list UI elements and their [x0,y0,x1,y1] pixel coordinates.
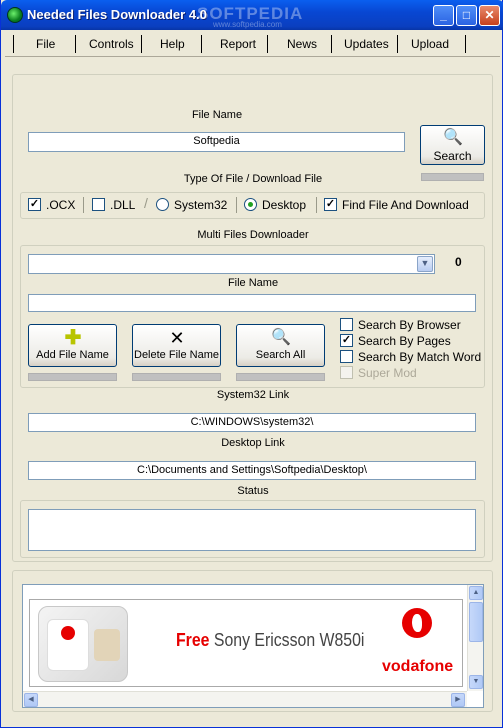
search-by-browser-label: Search By Browser [358,318,461,332]
desktop-radio-label: Desktop [262,198,307,212]
maximize-button[interactable]: □ [456,5,477,26]
search-all-button[interactable]: 🔍 Search All [236,324,325,367]
x-icon: ✕ [169,328,185,348]
vodafone-quote [412,614,422,632]
type-of-file-label: Type Of File / Download File [183,173,323,185]
ocx-label: .OCX [46,198,76,212]
menu-separator [201,35,202,53]
menu-separator [465,35,466,53]
desktop-link-field[interactable]: C:\Documents and Settings\Softpedia\Desk… [28,461,476,480]
menu-controls[interactable]: Controls [89,37,134,51]
vertical-scroll-thumb[interactable] [469,602,483,642]
scroll-down-arrow-icon[interactable]: ▼ [469,675,483,689]
menu-separator [141,35,142,53]
add-file-name-label: Add File Name [36,349,109,361]
menu-file[interactable]: File [36,37,55,51]
horizontal-scrollbar[interactable]: ◀ ▶ [23,691,467,707]
phone-image [38,606,128,682]
scroll-up-arrow-icon[interactable]: ▲ [469,586,483,600]
minimize-button[interactable]: _ [433,5,454,26]
files-count: 0 [455,255,462,269]
multi-file-name-input[interactable] [28,294,476,312]
title-bar[interactable]: Needed Files Downloader 4.0 SOFTPEDIA ww… [1,0,503,30]
search-by-pages-label: Search By Pages [358,334,451,348]
desktop-link-label: Desktop Link [221,437,285,449]
multi-file-name-label: File Name [227,277,279,289]
ad-product-text: Sony Ericsson W850i [213,630,365,650]
menu-separator [75,35,76,53]
system32-link-label: System32 Link [216,389,290,401]
menu-separator [13,35,14,53]
search-by-pages-checkbox[interactable]: ✓ [340,334,353,347]
phone-box [47,619,89,671]
ad-brand-text: vodafone [382,658,454,675]
watermark-url: www.softpedia.com [213,20,282,29]
close-button[interactable]: ✕ [479,5,500,26]
menu-news[interactable]: News [287,37,317,51]
search-all-label: Search All [255,349,306,361]
option-separator: / [144,195,148,211]
delete-file-name-label: Delete File Name [134,349,219,361]
search-button-label: Search [433,149,472,163]
search-by-browser-checkbox[interactable] [340,318,353,331]
ad-headline: Free Sony Ericsson W850i [176,630,364,651]
option-separator [236,197,237,213]
ocx-checkbox[interactable]: ✓ [28,198,41,211]
vodafone-mini-logo [61,626,75,640]
search-all-progress-bar [236,373,325,381]
find-and-download-label: Find File And Download [342,198,469,212]
delete-file-name-button[interactable]: ✕ Delete File Name [132,324,221,367]
menu-report[interactable]: Report [220,37,256,51]
add-file-name-button[interactable]: ✚ Add File Name [28,324,117,367]
vodafone-logo-icon [400,608,434,652]
app-window: Needed Files Downloader 4.0 SOFTPEDIA ww… [0,0,503,728]
system32-radio-label: System32 [174,198,228,212]
multi-files-dropdown[interactable] [28,254,435,274]
file-name-label: File Name [191,109,243,121]
phone-device [94,629,120,661]
dll-label: .DLL [110,198,136,212]
ad-banner[interactable]: Free Sony Ericsson W850i vodafone [29,599,463,687]
menu-bar: File Controls Help Report News Updates U… [5,31,500,57]
super-mod-label: Super Mod [358,366,417,380]
search-icon: 🔍 [271,329,291,346]
app-globe-icon [7,7,23,23]
search-by-match-word-checkbox[interactable] [340,350,353,363]
dll-checkbox[interactable] [92,198,105,211]
system32-radio[interactable] [156,198,169,211]
window-title: Needed Files Downloader 4.0 [27,7,207,22]
search-button[interactable]: 🔍 Search [420,125,485,165]
file-name-input[interactable]: Softpedia [28,132,405,152]
ad-browser-frame: Free Sony Ericsson W850i vodafone ▲ ▼ ◀ … [22,584,484,708]
plus-icon: ✚ [64,327,82,349]
ad-free-text: Free [176,630,210,650]
add-progress-bar [28,373,117,381]
search-by-match-word-label: Search By Match Word [358,350,482,364]
option-separator [83,197,84,213]
menu-upload[interactable]: Upload [411,37,449,51]
chevron-down-icon[interactable]: ▼ [417,256,433,272]
scroll-right-arrow-icon[interactable]: ▶ [451,693,465,707]
menu-updates[interactable]: Updates [344,37,389,51]
find-and-download-checkbox[interactable]: ✓ [324,198,337,211]
system32-link-field[interactable]: C:\WINDOWS\system32\ [28,413,476,432]
delete-progress-bar [132,373,221,381]
menu-separator [397,35,398,53]
super-mod-checkbox[interactable] [340,366,353,379]
desktop-radio[interactable] [244,198,257,211]
menu-separator [331,35,332,53]
menu-help[interactable]: Help [160,37,185,51]
status-field [28,509,476,551]
menu-separator [267,35,268,53]
search-icon: 🔍 [443,129,463,146]
vertical-scrollbar[interactable]: ▲ ▼ [467,585,483,691]
status-label: Status [237,485,269,497]
multi-files-label: Multi Files Downloader [197,229,309,241]
option-separator [316,197,317,213]
scroll-left-arrow-icon[interactable]: ◀ [24,693,38,707]
